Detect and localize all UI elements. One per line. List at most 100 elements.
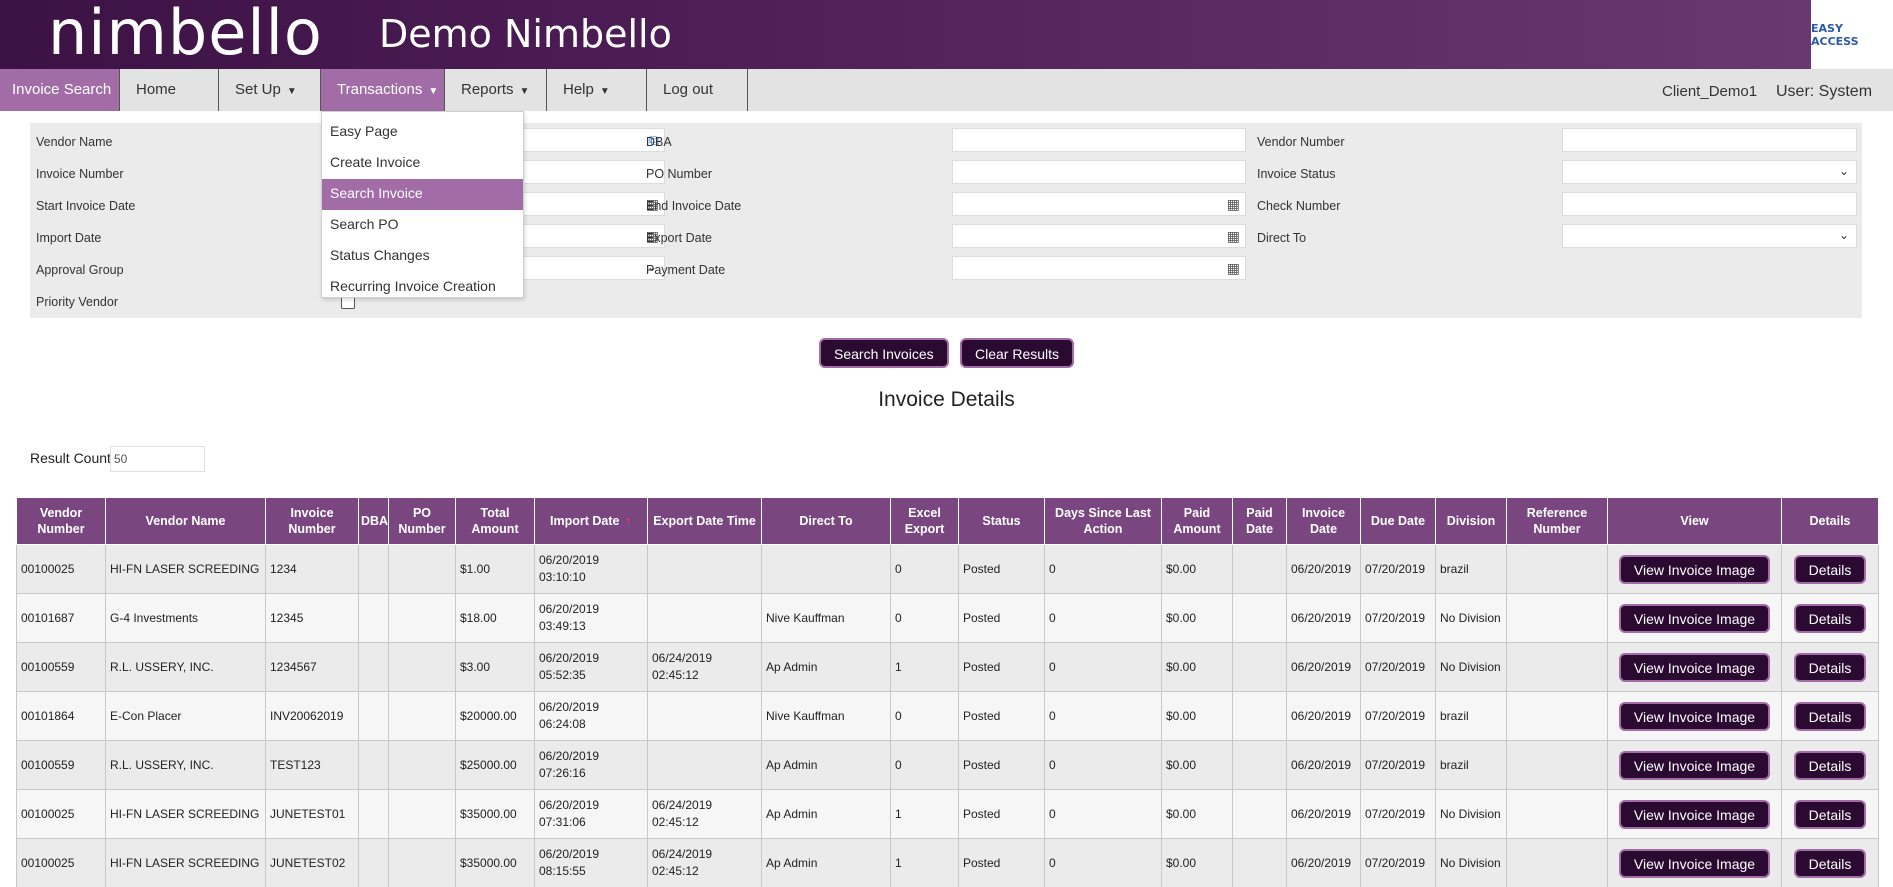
col-vendor-name[interactable]: Vendor Name (105, 497, 266, 545)
menu-item-recurring-invoice-creation[interactable]: Recurring Invoice Creation (322, 272, 523, 303)
details-button[interactable]: Details (1793, 701, 1867, 731)
check-number-input[interactable] (1562, 192, 1857, 216)
export-date-label: Export Date (646, 231, 713, 245)
col-invoice-number[interactable]: Invoice Number (265, 497, 359, 545)
col-import-date[interactable]: Import Date ↑ (534, 497, 648, 545)
excel-export-cell: 1 (890, 838, 959, 887)
invoice-date-cell: 06/20/2019 (1286, 789, 1361, 839)
vendor-number-cell: 00100025 (16, 789, 106, 839)
col-invoice-date[interactable]: Invoice Date (1286, 497, 1361, 545)
invoice-status-select[interactable]: ⌄ (1562, 160, 1857, 184)
details-button[interactable]: Details (1793, 799, 1867, 829)
due-date-cell: 07/20/2019 (1360, 691, 1436, 741)
excel-export-cell: 0 (890, 544, 959, 594)
paid-amount-cell: $0.00 (1161, 838, 1233, 887)
nav-home[interactable]: Home (119, 69, 219, 111)
paid-date-cell (1232, 789, 1287, 839)
nimbello-logo[interactable]: nimbello (48, 0, 323, 68)
col-status[interactable]: Status (958, 497, 1045, 545)
days-since-cell: 0 (1044, 838, 1162, 887)
dba-cell (358, 691, 389, 741)
end-invoice-date-input[interactable]: ▦ (952, 192, 1246, 216)
details-button[interactable]: Details (1793, 750, 1867, 780)
direct-to-cell: Ap Admin (761, 838, 891, 887)
result-count-input[interactable]: 50 (110, 446, 205, 472)
excel-export-cell: 0 (890, 593, 959, 643)
invoice-number-cell: 1234 (265, 544, 359, 594)
calendar-icon[interactable]: ▦ (1227, 228, 1240, 245)
col-po-number[interactable]: PO Number (388, 497, 456, 545)
col-paid-date[interactable]: Paid Date (1232, 497, 1287, 545)
dba-cell (358, 838, 389, 887)
view-invoice-image-button[interactable]: View Invoice Image (1618, 750, 1771, 780)
view-invoice-image-button[interactable]: View Invoice Image (1618, 652, 1771, 682)
col-reference-number[interactable]: Reference Number (1506, 497, 1608, 545)
view-invoice-image-button[interactable]: View Invoice Image (1618, 799, 1771, 829)
menu-item-create-invoice[interactable]: Create Invoice (322, 148, 523, 179)
vendor-name-cell: HI-FN LASER SCREEDING (105, 544, 266, 594)
menu-item-easy-page[interactable]: Easy Page (322, 117, 523, 148)
col-due-date[interactable]: Due Date (1360, 497, 1436, 545)
col-direct-to[interactable]: Direct To (761, 497, 891, 545)
vendor-number-cell: 00100025 (16, 544, 106, 594)
nav-reports[interactable]: Reports ▼ (445, 69, 547, 111)
vendor-number-cell: 00100559 (16, 642, 106, 692)
division-cell: brazil (1435, 544, 1507, 594)
col-division[interactable]: Division (1435, 497, 1507, 545)
details-button[interactable]: Details (1793, 554, 1867, 584)
details-button[interactable]: Details (1793, 652, 1867, 682)
nav-help[interactable]: Help ▼ (547, 69, 647, 111)
col-dba[interactable]: DBA (358, 497, 389, 545)
menu-item-search-po[interactable]: Search PO (322, 210, 523, 241)
nav-transactions[interactable]: Transactions ▼ (321, 69, 445, 111)
po-number-cell (388, 740, 456, 790)
clear-results-button[interactable]: Clear Results (960, 338, 1075, 368)
col-days-since-last-action[interactable]: Days Since Last Action (1044, 497, 1162, 545)
col-paid-amount[interactable]: Paid Amount (1161, 497, 1233, 545)
total-amount-cell: $35000.00 (455, 838, 535, 887)
vendor-number-cell: 00100025 (16, 838, 106, 887)
nav-invoice-search[interactable]: Invoice Search (0, 69, 119, 111)
search-invoices-button[interactable]: Search Invoices (819, 338, 949, 368)
po-number-label: PO Number (646, 167, 712, 181)
dba-input[interactable] (952, 128, 1246, 152)
view-invoice-image-button[interactable]: View Invoice Image (1618, 554, 1771, 584)
nav-setup[interactable]: Set Up ▼ (219, 69, 321, 111)
calendar-icon[interactable]: ▦ (1227, 196, 1240, 213)
direct-to-cell: Nive Kauffman (761, 593, 891, 643)
chevron-down-icon: ⌄ (1838, 164, 1849, 178)
calendar-icon[interactable]: ▦ (1227, 260, 1240, 277)
menu-item-status-changes[interactable]: Status Changes (322, 241, 523, 272)
priority-vendor-label: Priority Vendor (36, 295, 118, 309)
vendor-number-label: Vendor Number (1257, 135, 1345, 149)
menu-item-search-invoice[interactable]: Search Invoice (322, 179, 523, 210)
details-button[interactable]: Details (1793, 603, 1867, 633)
vendor-number-input[interactable] (1562, 128, 1857, 152)
transactions-dropdown: Easy Page Create Invoice Search Invoice … (321, 111, 524, 298)
direct-to-select[interactable]: ⌄ (1562, 224, 1857, 248)
excel-export-cell: 1 (890, 642, 959, 692)
po-number-input[interactable] (952, 160, 1246, 184)
col-total-amount[interactable]: Total Amount (455, 497, 535, 545)
division-cell: brazil (1435, 691, 1507, 741)
view-invoice-image-button[interactable]: View Invoice Image (1618, 603, 1771, 633)
details-cell: Details (1781, 691, 1879, 741)
view-invoice-image-button[interactable]: View Invoice Image (1618, 701, 1771, 731)
details-button[interactable]: Details (1793, 848, 1867, 878)
status-cell: Posted (958, 642, 1045, 692)
view-cell: View Invoice Image (1607, 789, 1782, 839)
export-date-input[interactable]: ▦ (952, 224, 1246, 248)
view-invoice-image-button[interactable]: View Invoice Image (1618, 848, 1771, 878)
col-export-date-time[interactable]: Export Date Time (647, 497, 762, 545)
col-excel-export[interactable]: Excel Export (890, 497, 959, 545)
main-nav: Invoice Search Home Set Up ▼ Transactions… (0, 69, 1893, 111)
nav-logout[interactable]: Log out (647, 69, 748, 111)
nav-label: Home (136, 81, 177, 98)
direct-to-cell: Ap Admin (761, 789, 891, 839)
table-row: 00101864 E-Con Placer INV20062019 $20000.00… (16, 691, 1879, 741)
col-vendor-number[interactable]: Vendor Number (16, 497, 106, 545)
payment-date-input[interactable]: ▦ (952, 256, 1246, 280)
dba-cell (358, 642, 389, 692)
days-since-cell: 0 (1044, 642, 1162, 692)
due-date-cell: 07/20/2019 (1360, 740, 1436, 790)
